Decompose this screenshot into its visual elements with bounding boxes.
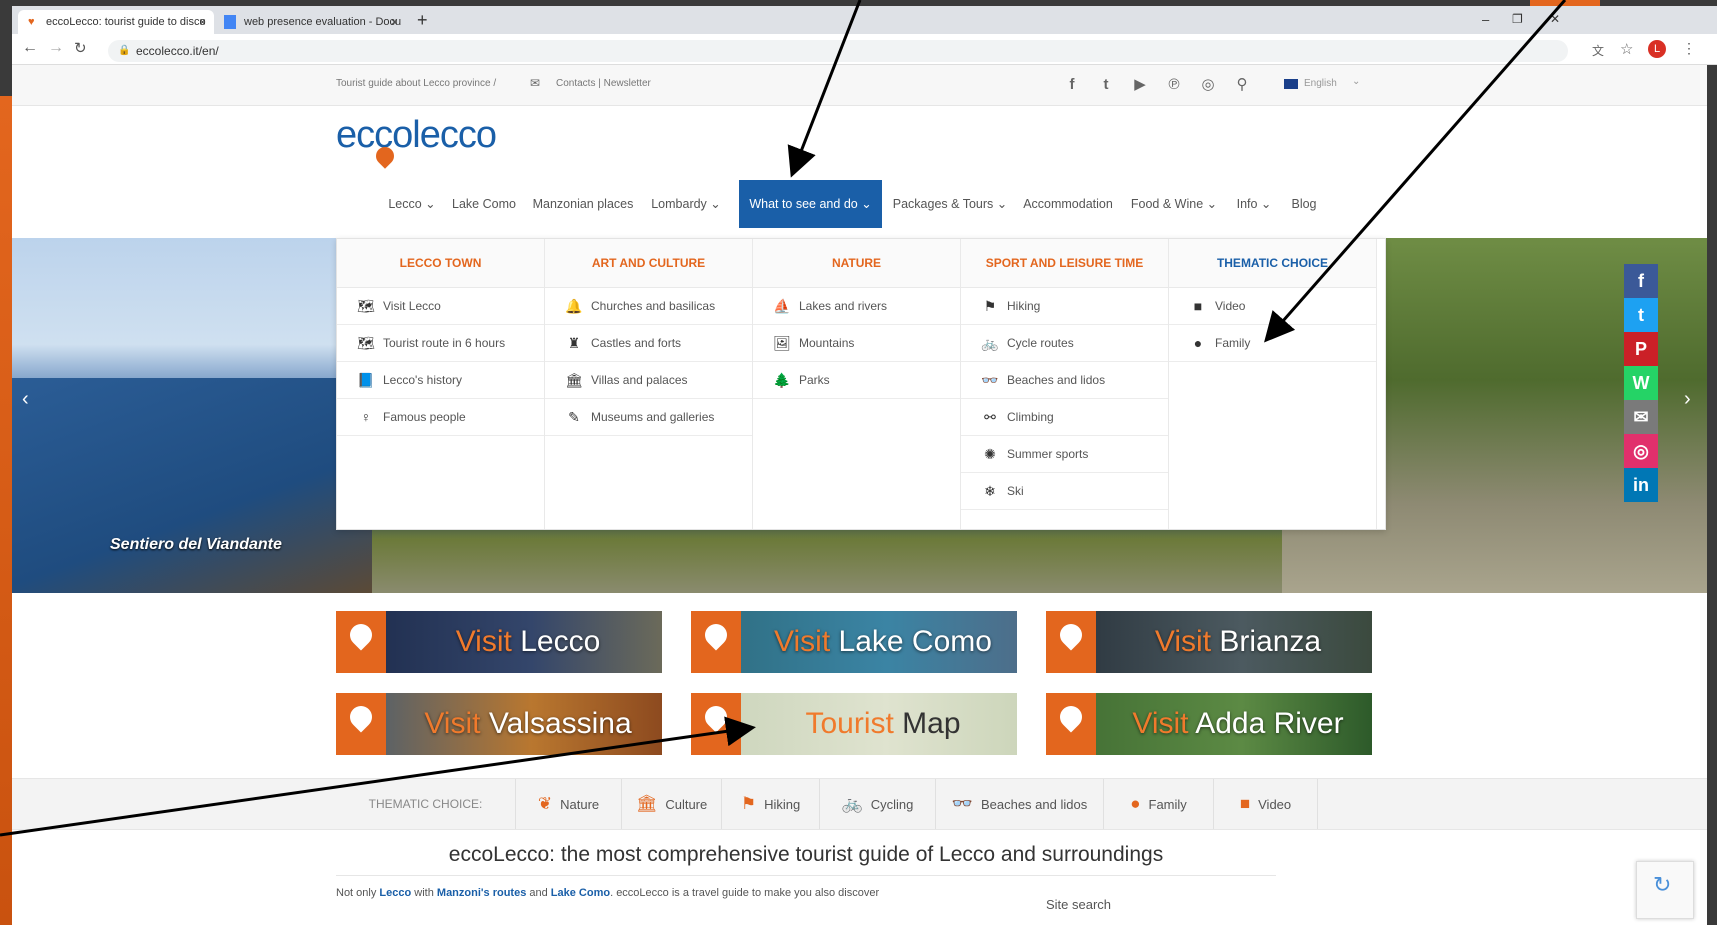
annotation-arrows — [0, 0, 1567, 837]
arrow-to-family — [1264, 0, 1567, 343]
arrow-to-tourist-map — [0, 716, 756, 837]
arrow-to-nav — [787, 0, 862, 178]
